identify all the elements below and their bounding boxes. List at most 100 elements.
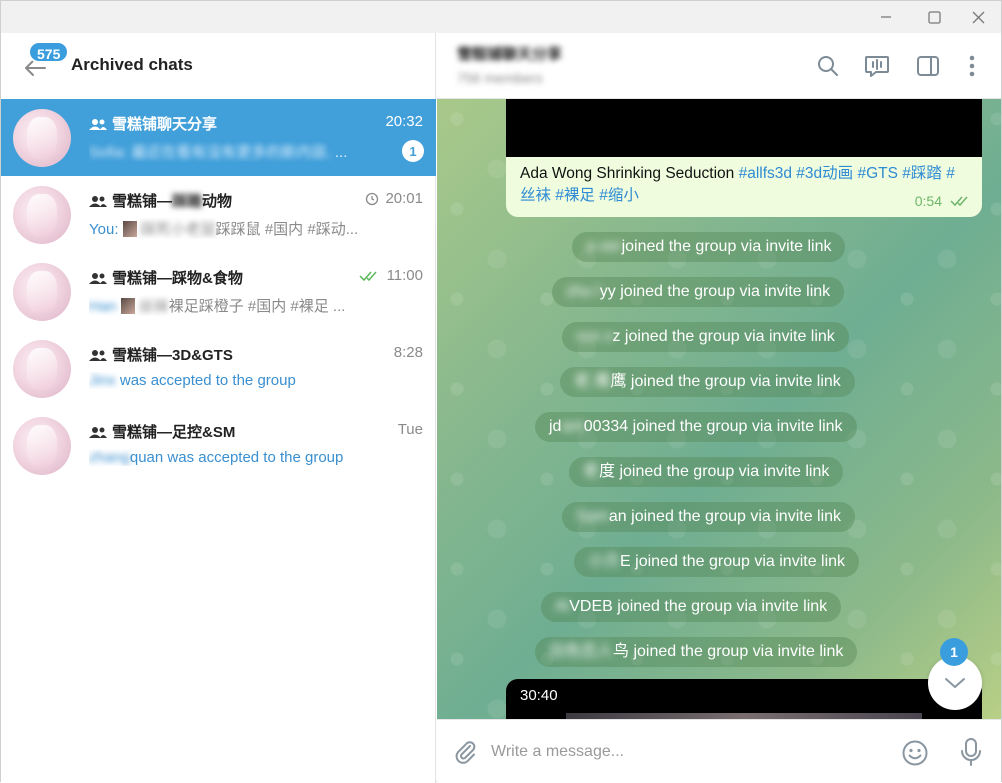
service-text: an joined the group via invite link xyxy=(608,508,842,525)
preview-text: 裸足踩橙子 #国内 #裸足 ... xyxy=(168,298,346,315)
title-bar xyxy=(1,1,1001,33)
chat-time-text: 11:00 xyxy=(386,267,423,284)
chat-time-text: 20:01 xyxy=(385,190,423,207)
chat-item-stomp-objects-food[interactable]: 雪糕铺—踩物&食物 11:00 Han 丝袜裸足踩橙子 #国内 #裸足 ... xyxy=(1,253,436,330)
service-message[interactable]: 老 度 joined the group via invite link xyxy=(569,457,844,487)
chat-name: 雪糕铺— 踩踏 动物 xyxy=(89,190,232,211)
media-thumbnail xyxy=(120,298,135,314)
voice-record-button[interactable] xyxy=(957,737,985,767)
avatar xyxy=(13,109,71,167)
sidebar-panel-icon xyxy=(917,56,939,76)
maximize-icon xyxy=(927,10,941,24)
message-caption: Ada Wong Shrinking Seduction #allfs3d #3… xyxy=(520,163,970,207)
chat-item-stomp-animals[interactable]: 雪糕铺— 踩踏 动物 20:01 You: 踩死小老鼠踩踩鼠 #国内 #踩动... xyxy=(1,176,436,253)
more-options-button[interactable] xyxy=(959,53,985,79)
service-user-prefix: jd xyxy=(549,418,562,435)
blurred-text: Sofia: 最近在看有没有更多的新内容, xyxy=(89,144,331,161)
blurred-text: 踩死小老鼠 xyxy=(140,221,216,238)
group-icon xyxy=(89,118,107,130)
blurred-user: Al xyxy=(555,598,570,615)
group-icon xyxy=(89,426,107,438)
chat-header: 雪糕铺聊天分享 756 members xyxy=(437,33,1001,99)
service-message[interactable]: Sam an joined the group via invite link xyxy=(562,502,856,532)
preview-you: You: xyxy=(89,221,123,238)
chat-name-blurred: 踩踏 xyxy=(172,193,203,210)
archive-header: 575 Archived chats xyxy=(1,33,436,99)
chat-name-text: 雪糕铺聊天分享 xyxy=(112,116,218,133)
chat-list: 雪糕铺聊天分享 20:32 Sofia: 最近在看有没有更多的新内容, ... … xyxy=(1,99,436,484)
chat-item-3d-gts[interactable]: 雪糕铺—3D&GTS 8:28 Jinx was accepted to the… xyxy=(1,330,436,407)
chat-preview: Han 丝袜裸足踩橙子 #国内 #裸足 ... xyxy=(89,295,424,316)
service-message[interactable]: 白色恋人鸟 joined the group via invite link xyxy=(535,637,858,667)
blurred-user: 白色恋人 xyxy=(549,643,614,660)
minimize-icon xyxy=(881,16,891,18)
toggle-sidebar-button[interactable] xyxy=(915,53,941,79)
chat-item-ice-cream-chat-share[interactable]: 雪糕铺聊天分享 20:32 Sofia: 最近在看有没有更多的新内容, ... … xyxy=(1,99,436,176)
chat-preview: Sofia: 最近在看有没有更多的新内容, ... xyxy=(89,141,424,162)
group-icon xyxy=(89,349,107,361)
service-text: joined the group via invite link xyxy=(621,238,832,255)
chat-name: 雪糕铺聊天分享 xyxy=(89,113,217,134)
chat-preview: zhangquan was accepted to the group xyxy=(89,449,424,466)
avatar xyxy=(13,417,71,475)
search-icon xyxy=(818,56,838,76)
microphone-icon xyxy=(961,738,981,766)
service-message[interactable]: 小方E joined the group via invite link xyxy=(574,547,860,577)
blurred-text: 丝袜 xyxy=(138,298,169,315)
message-composer xyxy=(437,719,1001,783)
avatar xyxy=(13,340,71,398)
chat-name-prefix: 雪糕铺— xyxy=(112,193,173,210)
service-message[interactable]: xxx xz joined the group via invite link xyxy=(562,322,849,352)
close-button[interactable] xyxy=(955,1,1001,33)
maximize-button[interactable] xyxy=(911,1,957,33)
video-preview[interactable] xyxy=(506,99,982,157)
message-meta: 0:54 xyxy=(915,193,972,209)
blurred-user: xxx x xyxy=(576,328,613,345)
group-icon xyxy=(89,195,107,207)
chat-name-text: 雪糕铺—3D&GTS xyxy=(112,347,233,364)
conversation-panel: 雪糕铺聊天分享 756 members Ada Wong Shrinking S xyxy=(437,33,1001,783)
service-text: E joined the group via invite link xyxy=(620,553,846,570)
service-text: 00334 joined the group via invite link xyxy=(583,418,843,435)
voice-chat-button[interactable] xyxy=(864,53,890,79)
message-history[interactable]: Ada Wong Shrinking Seduction #allfs3d #3… xyxy=(437,99,1001,719)
emoji-button[interactable] xyxy=(901,739,929,767)
service-message[interactable]: 老 鹰鹰 joined the group via invite link xyxy=(560,367,855,397)
preview-text: 踩踩鼠 #国内 #踩动... xyxy=(215,221,359,238)
chat-title[interactable]: 雪糕铺聊天分享 xyxy=(457,43,562,64)
chat-time: 8:28 xyxy=(393,344,423,361)
chat-time: 11:00 xyxy=(359,267,423,284)
service-text: VDEB joined the group via invite link xyxy=(569,598,828,615)
chat-name: 雪糕铺—足控&SM xyxy=(89,421,235,442)
service-message[interactable]: AlVDEB joined the group via invite link xyxy=(541,592,842,622)
group-icon xyxy=(89,272,107,284)
double-check-icon xyxy=(359,270,381,282)
service-message[interactable]: jd ant00334 joined the group via invite … xyxy=(535,412,857,442)
avatar xyxy=(13,186,71,244)
live-stream-icon xyxy=(865,56,889,77)
service-message[interactable]: zhu lyy joined the group via invite link xyxy=(552,277,845,307)
blurred-text: zhang xyxy=(89,449,130,466)
video-message[interactable]: 30:40 xyxy=(506,679,982,719)
minimize-button[interactable] xyxy=(863,1,909,33)
chat-item-foot-sm[interactable]: 雪糕铺—足控&SM Tue zhangquan was accepted to … xyxy=(1,407,436,484)
media-thumbnail xyxy=(122,221,137,237)
message-input[interactable] xyxy=(489,734,889,770)
outgoing-video-message[interactable]: Ada Wong Shrinking Seduction #allfs3d #3… xyxy=(506,99,982,217)
chat-list-panel: 575 Archived chats 雪糕铺聊天分享 20:32 Sofia: … xyxy=(1,33,436,783)
blurred-user: 小方 xyxy=(588,553,621,570)
caption-title: Ada Wong Shrinking Seduction xyxy=(520,165,739,182)
unread-total-badge: 575 xyxy=(28,41,70,63)
service-message[interactable]: a verjoined the group via invite link xyxy=(572,232,846,262)
chat-time: 20:32 xyxy=(385,113,423,130)
attach-button[interactable] xyxy=(453,739,479,765)
new-messages-badge: 1 xyxy=(940,638,968,666)
clock-icon xyxy=(365,192,379,206)
chat-name: 雪糕铺—踩物&食物 xyxy=(89,267,243,288)
chevron-down-icon xyxy=(945,678,965,688)
video-duration: 30:40 xyxy=(520,687,558,704)
search-button[interactable] xyxy=(815,53,841,79)
preview-tail: ... xyxy=(330,144,348,161)
avatar xyxy=(13,263,71,321)
double-check-icon xyxy=(950,195,972,207)
